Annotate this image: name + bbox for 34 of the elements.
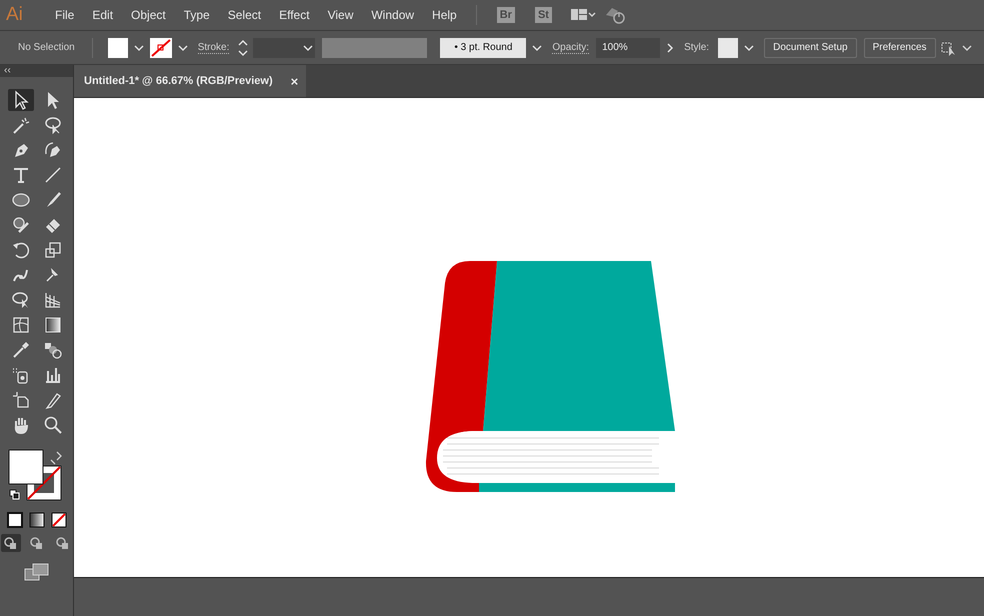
menu-item[interactable]: Edit [83, 8, 122, 22]
menu-item[interactable]: Object [122, 8, 175, 22]
gradient-mode-icon[interactable] [28, 512, 44, 528]
selection-status: No Selection [18, 42, 75, 53]
app-launcher-button[interactable]: Br [496, 7, 515, 23]
menu-item[interactable]: Select [218, 8, 270, 22]
app-launcher-button[interactable]: St [534, 7, 552, 23]
toolbar-button[interactable]: Document Setup [764, 38, 857, 58]
color-mode-icon[interactable] [6, 512, 22, 528]
stroke-label[interactable]: Stroke: [198, 42, 230, 54]
style-label: Style: [684, 42, 710, 53]
workspace-layout-icon[interactable] [570, 7, 596, 23]
document-tab[interactable]: Untitled-1* @ 66.67% (RGB/Preview) × [74, 65, 306, 97]
menu-item[interactable]: Effect [270, 8, 319, 22]
fill-swatch[interactable] [108, 38, 128, 58]
brush-dropdown[interactable]: • 3 pt. Round [440, 38, 526, 58]
close-tab-button[interactable]: × [290, 74, 298, 88]
none-mode-icon[interactable] [50, 512, 66, 528]
opacity-field[interactable]: 100% [596, 38, 660, 58]
toolbar-button[interactable]: Preferences [864, 38, 936, 58]
menu-item[interactable]: Help [423, 8, 466, 22]
menu-item[interactable]: Type [174, 8, 219, 22]
draw-normal-icon[interactable] [0, 534, 20, 552]
screen-mode-icon[interactable] [24, 562, 50, 582]
stroke-swatch-icon[interactable] [150, 38, 172, 58]
menu-item[interactable]: Window [362, 8, 424, 22]
opacity-label[interactable]: Opacity: [552, 42, 590, 54]
menu-item[interactable]: File [46, 8, 84, 22]
style-swatch[interactable] [718, 38, 738, 58]
document-title: Untitled-1* @ 66.67% (RGB/Preview) [84, 75, 273, 87]
app-logo: Ai [6, 4, 24, 26]
stroke-weight-field[interactable] [253, 38, 316, 58]
menu-item[interactable]: View [318, 8, 362, 22]
collapse-panel-button[interactable]: ‹‹ [0, 65, 73, 77]
